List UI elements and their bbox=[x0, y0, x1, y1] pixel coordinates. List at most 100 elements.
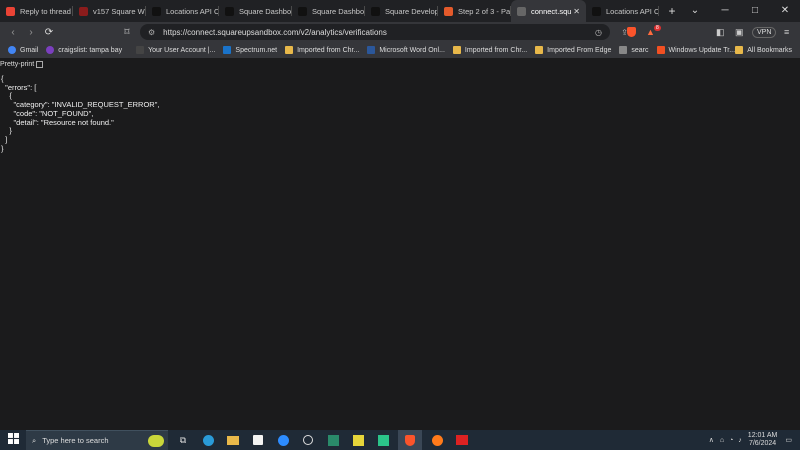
new-tab-button[interactable]: + bbox=[663, 4, 681, 18]
chevron-up-icon[interactable]: ∧ bbox=[709, 436, 714, 444]
brave-rewards-icon[interactable]: ▲ 8 bbox=[646, 22, 661, 42]
bookmark-item[interactable]: craigslist: tampa bay bbox=[46, 46, 122, 54]
firefox-icon[interactable] bbox=[427, 433, 447, 447]
tab-2[interactable]: Locations API Ov bbox=[146, 0, 219, 22]
tab-label: Step 2 of 3 - Pay bbox=[458, 6, 511, 16]
bookmark-item[interactable]: Your User Account |... bbox=[136, 46, 215, 54]
windows-start-icon[interactable] bbox=[0, 433, 26, 447]
bookmark-icon[interactable]: ⌑ bbox=[118, 27, 136, 38]
tab-8[interactable]: Locations API Ov bbox=[586, 0, 659, 22]
bookmark-item[interactable]: Imported From Edge bbox=[535, 46, 611, 54]
square-dev-icon bbox=[592, 6, 601, 16]
bookmark-item[interactable]: Imported from Chr... bbox=[285, 46, 359, 54]
square-dashboard-icon bbox=[298, 6, 307, 16]
bookmark-item[interactable]: Spectrum.net bbox=[223, 46, 277, 54]
bookmark-item[interactable]: Gmail bbox=[8, 46, 38, 54]
wifi-icon[interactable]: ◔ bbox=[729, 437, 733, 444]
bookmark-label: Imported From Edge bbox=[547, 46, 612, 54]
tab-label: Square Dashboar bbox=[239, 6, 292, 16]
bookmark-label: Microsoft Word Onl... bbox=[379, 46, 445, 54]
square-dev-icon bbox=[371, 6, 380, 16]
app-yellow-icon[interactable] bbox=[348, 433, 368, 447]
search-bm-icon bbox=[619, 46, 628, 54]
tab-search-chevron-icon[interactable]: ⌄ bbox=[680, 0, 710, 22]
notification-icon[interactable]: ▭ bbox=[785, 436, 792, 444]
bookmark-label: searc bbox=[631, 46, 649, 54]
tab-strip: Reply to thread v157 Square Write Location… bbox=[0, 0, 800, 22]
json-response: { "errors": [ { "category": "INVALID_REQ… bbox=[1, 74, 160, 153]
bookmark-list: Gmail craigslist: tampa bay Your User Acco… bbox=[0, 46, 735, 54]
brave-shield-icon[interactable] bbox=[627, 22, 636, 42]
peace-icon bbox=[46, 46, 55, 54]
tab-label: Locations API Ov bbox=[166, 6, 219, 16]
tab-list: Reply to thread v157 Square Write Location… bbox=[0, 0, 659, 22]
bookmark-label: Your User Account |... bbox=[148, 46, 216, 54]
system-tray: ∧ ⌂ ◔ ♪ 12:01 AM 7/6/2024 ▭ bbox=[709, 430, 792, 450]
store-icon[interactable] bbox=[248, 433, 268, 447]
network-icon[interactable]: ⌂ bbox=[720, 437, 724, 444]
menu-icon[interactable]: ≡ bbox=[784, 22, 789, 42]
close-tab-icon[interactable]: ✕ bbox=[573, 7, 580, 16]
history-icon[interactable]: ◷ bbox=[595, 28, 602, 37]
app-green-icon[interactable] bbox=[373, 433, 393, 447]
folder-icon bbox=[535, 46, 544, 54]
tab-label: v157 Square Write bbox=[93, 6, 146, 16]
payment-icon bbox=[444, 6, 453, 16]
tab-divider bbox=[658, 6, 659, 16]
square-dashboard-icon bbox=[225, 6, 234, 16]
spectrum-icon bbox=[223, 46, 232, 54]
minimize-button[interactable]: ─ bbox=[710, 0, 740, 22]
pretty-print-toggle[interactable]: Pretty-print bbox=[0, 61, 44, 68]
settings-icon[interactable] bbox=[298, 433, 318, 447]
google-icon bbox=[8, 46, 16, 54]
reload-button[interactable]: ⟳ bbox=[40, 27, 58, 38]
address-bar[interactable]: ⚙ https://connect.squareupsandbox.com/v2… bbox=[140, 24, 628, 40]
square-icon bbox=[79, 6, 88, 16]
tab-4[interactable]: Square Dashboar bbox=[292, 0, 365, 22]
browser-toolbar: ‹ › ⟳ ⌑ ⚙ https://connect.squareupsandbo… bbox=[0, 22, 800, 42]
sidebar-icon[interactable]: ◧ bbox=[716, 22, 725, 42]
bookmark-item[interactable]: Microsoft Word Onl... bbox=[367, 46, 445, 54]
edge-icon[interactable] bbox=[198, 433, 218, 447]
tab-label: Locations API Ov bbox=[606, 6, 659, 16]
clock[interactable]: 12:01 AM 7/6/2024 bbox=[748, 432, 778, 448]
bookmark-label: craigslist: tampa bay bbox=[58, 46, 123, 54]
bookmark-label: Windows Update Tr... bbox=[668, 46, 736, 54]
taskbar-search[interactable]: ⌕ Type here to search bbox=[26, 430, 168, 450]
tab-3[interactable]: Square Dashboar bbox=[219, 0, 292, 22]
media-icon[interactable] bbox=[323, 433, 343, 447]
volume-icon[interactable]: ♪ bbox=[738, 437, 742, 444]
tab-0[interactable]: Reply to thread bbox=[0, 0, 73, 22]
tab-5[interactable]: Square Develope bbox=[365, 0, 438, 22]
tab-label: Reply to thread bbox=[20, 6, 71, 16]
brave-taskbar-icon[interactable] bbox=[398, 430, 422, 450]
wallet-icon[interactable]: ▣ bbox=[735, 22, 744, 42]
folder-icon bbox=[735, 46, 744, 54]
tab-label: Square Develope bbox=[385, 6, 438, 16]
tab-7[interactable]: connect.squ ✕ bbox=[511, 0, 586, 22]
rewards-badge: 8 bbox=[654, 25, 661, 31]
zoom-icon[interactable] bbox=[273, 433, 293, 447]
bookmark-item[interactable]: Windows Update Tr... bbox=[656, 46, 736, 54]
vpn-button[interactable]: VPN bbox=[752, 26, 777, 38]
all-bookmarks-button[interactable]: All Bookmarks bbox=[735, 46, 792, 54]
forward-button[interactable]: › bbox=[22, 27, 40, 38]
bookmark-item[interactable]: Imported from Chr... bbox=[452, 46, 527, 54]
bookmark-item[interactable]: searc bbox=[619, 46, 649, 54]
url-text: https://connect.squareupsandbox.com/v2/a… bbox=[163, 27, 387, 37]
task-view-icon[interactable]: ⧉ bbox=[173, 433, 193, 447]
window-controls: ⌄ ─ □ ✕ bbox=[680, 0, 800, 22]
tab-1[interactable]: v157 Square Write bbox=[73, 0, 146, 22]
folder-icon bbox=[452, 46, 461, 54]
file-explorer-icon[interactable] bbox=[223, 433, 243, 447]
maximize-button[interactable]: □ bbox=[740, 0, 770, 22]
folder-icon bbox=[285, 46, 294, 54]
pretty-print-checkbox[interactable] bbox=[36, 61, 44, 68]
site-settings-icon[interactable]: ⚙ bbox=[148, 28, 155, 37]
square-dev-icon bbox=[152, 6, 161, 16]
app-red-icon[interactable] bbox=[452, 433, 472, 447]
back-button[interactable]: ‹ bbox=[4, 27, 22, 38]
close-window-button[interactable]: ✕ bbox=[770, 0, 800, 22]
tab-6[interactable]: Step 2 of 3 - Pay bbox=[438, 0, 511, 22]
bookmark-label: Spectrum.net bbox=[235, 46, 278, 54]
